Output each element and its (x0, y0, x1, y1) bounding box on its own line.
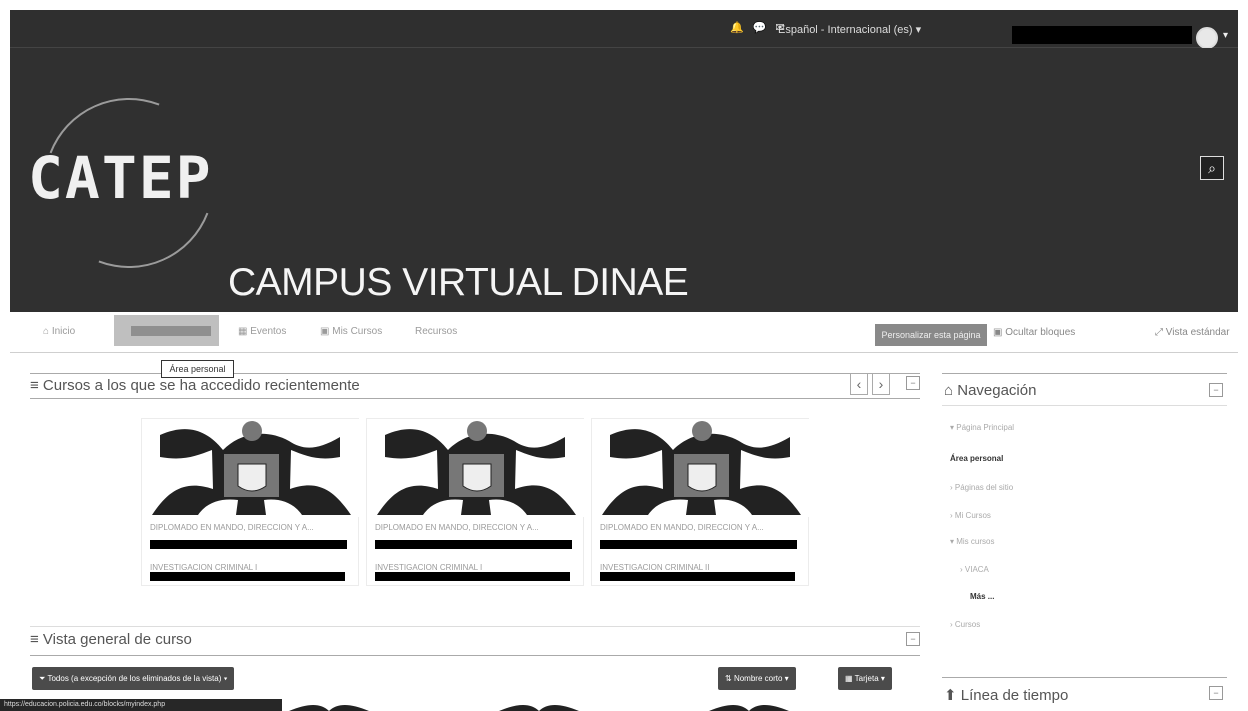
navigation-title: Navegación (957, 382, 1037, 399)
notifications-icon[interactable]: 🔔 (730, 21, 744, 34)
course-category: INVESTIGACION CRIMINAL I (375, 563, 483, 572)
nav-my-courses-expanded-item[interactable]: ▾ Mis cursos (950, 537, 994, 546)
nav-resources-link[interactable]: Recursos (415, 326, 457, 337)
course-image (592, 419, 810, 517)
nav-home-item[interactable]: ▾ Página Principal (950, 423, 1014, 432)
course-image (367, 419, 585, 517)
timeline-top-border (942, 677, 1227, 678)
course-filter-label: Todos (a excepción de los eliminados de … (47, 674, 228, 683)
recent-course-card[interactable]: DIPLOMADO EN MANDO, DIRECCION Y A... INV… (141, 418, 360, 586)
redacted-course-line (600, 572, 795, 581)
overview-bottom-border (30, 655, 920, 656)
overview-course-image (289, 705, 369, 711)
nav-home-link[interactable]: ⌂ Inicio (43, 326, 75, 337)
view-dropdown[interactable]: ▦ Tarjeta ▾ (838, 667, 892, 690)
course-filter-dropdown[interactable]: ⏷ Todos (a excepción de los eliminados d… (32, 667, 235, 690)
redacted-user-name (1012, 26, 1192, 44)
next-arrow-icon[interactable]: › (872, 373, 890, 395)
top-navbar: 🔔 💬 ✉ Español - Internacional (es) ▾ ▾ (10, 10, 1238, 49)
site-title: CAMPUS VIRTUAL DINAE (228, 261, 689, 304)
redacted-course-line (150, 572, 345, 581)
nav-home-label: Inicio (51, 326, 76, 337)
course-title: DIPLOMADO EN MANDO, DIRECCION Y A... (150, 523, 314, 532)
hide-blocks-button[interactable]: ▣ Ocultar bloques (993, 327, 1075, 338)
minimize-navigation-icon[interactable]: − (1209, 383, 1223, 397)
notification-tools: 🔔 💬 ✉ (730, 21, 785, 34)
course-overview-title: Vista general de curso (42, 631, 192, 648)
sort-dropdown[interactable]: ⇅ Nombre corto ▾ (718, 667, 796, 690)
nav-more-item[interactable]: Más ... (970, 592, 994, 601)
personalize-page-button[interactable]: Personalizar esta página (875, 324, 987, 346)
redacted-course-line (375, 572, 570, 581)
recent-bottom-border (30, 398, 920, 399)
nav-course-item[interactable]: › VIACA (960, 565, 989, 574)
browser-status-url: https://educacion.policia.edu.co/blocks/… (0, 699, 282, 711)
course-overview-heading: ≡ Vista general de curso (30, 631, 192, 648)
nav-site-pages-item[interactable]: › Páginas del sitio (950, 483, 1013, 492)
personal-area-tooltip: Área personal (161, 360, 234, 378)
navigation-heading: ⌂ Navegación (944, 382, 1037, 399)
course-title: DIPLOMADO EN MANDO, DIRECCION Y A... (600, 523, 764, 532)
nav-events-label: Eventos (250, 326, 287, 337)
standard-view-label: Vista estándar (1165, 327, 1230, 338)
timeline-heading: ⬆ Línea de tiempo (944, 687, 1069, 704)
redacted-course-line (150, 540, 347, 549)
overview-course-image (709, 705, 789, 711)
user-menu-caret-icon[interactable]: ▾ (1223, 30, 1228, 41)
course-image (142, 419, 360, 517)
hide-blocks-label: Ocultar bloques (1005, 327, 1076, 338)
nav-courses-item[interactable]: › Cursos (950, 620, 980, 629)
navigation-top-border (942, 373, 1227, 374)
search-icon[interactable]: ⌕ (1200, 156, 1224, 180)
recent-courses-title: Cursos a los que se ha accedido reciente… (42, 377, 360, 394)
site-logo: CATEP (28, 144, 213, 212)
moodle-dashboard: 🔔 💬 ✉ Español - Internacional (es) ▾ ▾ C… (0, 0, 1248, 711)
overview-course-image (499, 705, 579, 711)
view-label: Tarjeta ▾ (854, 674, 885, 683)
language-selector[interactable]: Español - Internacional (es) ▾ (778, 23, 921, 36)
messages-icon[interactable]: 💬 (753, 21, 767, 34)
recent-courses-heading: ≡ Cursos a los que se ha accedido recien… (30, 377, 360, 394)
timeline-title: Línea de tiempo (960, 687, 1069, 704)
redacted-course-line (375, 540, 572, 549)
redacted-course-line (600, 540, 797, 549)
nav-my-courses-label: Mis Cursos (332, 326, 383, 337)
sort-label: Nombre corto ▾ (733, 674, 789, 683)
minimize-recent-icon[interactable]: − (906, 376, 920, 390)
nav-my-courses-link[interactable]: ▣ Mis Cursos (320, 326, 382, 337)
course-category: INVESTIGACION CRIMINAL II (600, 563, 710, 572)
nav-events-link[interactable]: ▦ Eventos (238, 326, 286, 337)
nav-my-courses-item[interactable]: › Mi Cursos (950, 511, 991, 520)
nav-personal-area-label (131, 326, 211, 336)
recent-course-card[interactable]: DIPLOMADO EN MANDO, DIRECCION Y A... INV… (591, 418, 810, 586)
nav-personal-area-item[interactable]: Área personal (950, 454, 1003, 463)
overview-top-border (30, 626, 920, 627)
minimize-timeline-icon[interactable]: − (1209, 686, 1223, 700)
previous-arrow-icon[interactable]: ‹ (850, 373, 868, 395)
minimize-overview-icon[interactable]: − (906, 632, 920, 646)
course-category: INVESTIGACION CRIMINAL I (150, 563, 258, 572)
recent-course-card[interactable]: DIPLOMADO EN MANDO, DIRECCION Y A... INV… (366, 418, 585, 586)
navigation-inner-border (942, 405, 1227, 406)
user-avatar[interactable] (1196, 27, 1218, 49)
site-header-banner: CATEP CAMPUS VIRTUAL DINAE ⌕ (10, 48, 1238, 312)
standard-view-button[interactable]: ⤢ Vista estándar (1155, 327, 1230, 338)
course-title: DIPLOMADO EN MANDO, DIRECCION Y A... (375, 523, 539, 532)
